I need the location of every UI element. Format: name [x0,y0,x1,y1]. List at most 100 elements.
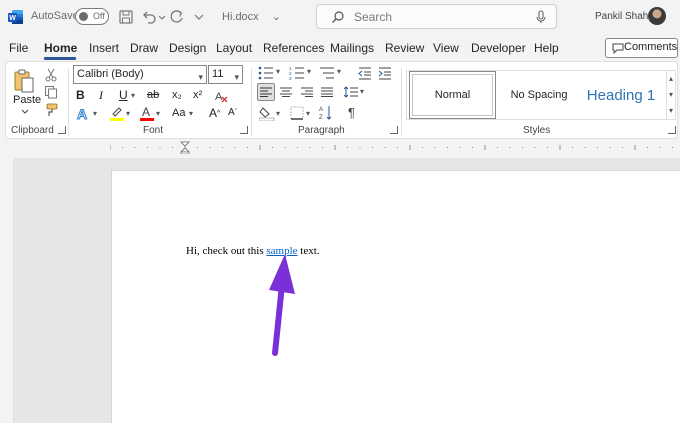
tab-developer[interactable]: Developer [471,41,526,55]
grow-font-button[interactable]: A ^ [209,106,220,120]
svg-text:Z: Z [319,115,323,121]
shading-icon[interactable] [259,105,275,121]
font-color-dropdown-icon[interactable]: ▾ [156,109,160,118]
tab-mailings[interactable]: Mailings [330,41,374,55]
justify-icon[interactable] [321,87,333,97]
style-heading-1[interactable]: Heading 1 [581,71,661,119]
tab-design[interactable]: Design [169,41,206,55]
show-formatting-marks-icon[interactable]: ¶ [348,105,355,120]
line-spacing-icon[interactable] [344,85,358,99]
customize-toolbar-icon[interactable] [193,8,205,26]
word-logo-icon: W [8,10,23,24]
font-launcher-icon[interactable] [240,126,248,134]
avatar[interactable] [648,7,666,25]
italic-button[interactable]: I [99,88,103,103]
align-left-button[interactable] [257,83,275,101]
undo-icon[interactable] [140,8,158,26]
paste-dropdown-icon[interactable] [21,108,29,116]
tab-file[interactable]: File [9,41,28,55]
undo-dropdown-icon[interactable] [157,8,167,26]
font-size-dropdown[interactable]: 11 ▾ [208,65,243,84]
tab-home[interactable]: Home [44,41,77,55]
search-box[interactable]: Search [316,4,557,29]
highlight-icon[interactable] [109,105,125,121]
comment-icon [612,43,624,54]
tab-help[interactable]: Help [534,41,559,55]
text-effects-dropdown-icon[interactable]: ▾ [93,109,97,118]
format-painter-icon[interactable] [44,103,58,117]
redo-icon[interactable] [168,8,186,26]
superscript-button[interactable]: x² [193,89,202,101]
font-color-icon[interactable]: A [140,105,154,121]
clear-formatting-icon[interactable]: A [214,89,228,103]
save-icon[interactable] [117,8,135,26]
styles-gallery-scroll[interactable]: ▴ ▾ ▾ [666,70,676,120]
copy-icon[interactable] [44,85,58,99]
highlight-dropdown-icon[interactable]: ▾ [126,109,130,118]
paste-label[interactable]: Paste [13,94,41,106]
clipboard-group-label: Clipboard [11,125,54,136]
increase-indent-icon[interactable] [378,66,392,80]
style-normal[interactable]: Normal [409,71,496,119]
change-case-button[interactable]: Aa [172,107,185,119]
multilevel-list-icon[interactable] [319,66,335,80]
bullets-icon[interactable] [258,66,274,80]
group-divider [401,68,402,136]
paragraph-launcher-icon[interactable] [390,126,398,134]
paste-icon[interactable] [13,68,35,94]
strikethrough-button[interactable]: ab [147,89,159,101]
align-center-icon[interactable] [280,87,292,97]
chevron-down-icon: ▾ [234,72,239,82]
decrease-indent-icon[interactable] [358,66,372,80]
numbering-dropdown-icon[interactable]: ▾ [307,67,311,76]
tab-references[interactable]: References [263,41,324,55]
subscript-button[interactable]: x₂ [172,89,182,101]
tab-view[interactable]: View [433,41,459,55]
comments-label: Comments [624,41,678,53]
menu-bar: File Home Insert Draw Design Layout Refe… [0,34,680,60]
cut-icon[interactable] [44,68,58,82]
document-page[interactable] [111,170,680,423]
chevron-up-icon[interactable]: ▴ [667,71,675,87]
underline-button[interactable]: U [119,88,128,102]
shrink-font-button[interactable]: Aˇ [228,107,237,118]
chevron-down-icon[interactable]: ▾ [667,87,675,103]
comments-button[interactable]: Comments [605,38,678,58]
search-icon [332,11,344,23]
bullets-dropdown-icon[interactable]: ▾ [276,67,280,76]
styles-group-label: Styles [523,125,551,136]
multilevel-dropdown-icon[interactable]: ▾ [337,67,341,76]
underline-dropdown-icon[interactable]: ▾ [131,91,135,100]
group-divider [68,68,69,136]
numbering-icon[interactable]: 123 [289,66,305,80]
shading-dropdown-icon[interactable]: ▾ [276,109,280,118]
font-name-dropdown[interactable]: Calibri (Body) ▾ [73,65,207,84]
microphone-icon[interactable] [535,10,547,24]
sort-icon[interactable]: A Z [319,105,333,121]
document-name[interactable]: Hi.docx ⌄ [222,10,281,23]
horizontal-ruler[interactable] [110,140,680,154]
text-effects-icon[interactable]: A [76,107,92,121]
change-case-dropdown-icon[interactable]: ▾ [189,109,193,118]
autosave-toggle[interactable]: Off [75,8,109,25]
tab-draw[interactable]: Draw [130,41,158,55]
style-no-spacing[interactable]: No Spacing [497,71,581,119]
borders-icon[interactable] [290,106,304,120]
tab-insert[interactable]: Insert [89,41,119,55]
group-divider [251,68,252,136]
borders-dropdown-icon[interactable]: ▾ [306,109,310,118]
user-name[interactable]: Pankil Shah [595,11,648,22]
chevron-down-icon: ▾ [198,72,203,82]
search-placeholder: Search [354,10,393,24]
styles-launcher-icon[interactable] [668,126,676,134]
active-tab-indicator [44,57,76,60]
title-bar: W AutoSave Off Hi.docx ⌄ Search Pankil S… [0,0,680,34]
tab-layout[interactable]: Layout [216,41,252,55]
clipboard-launcher-icon[interactable] [58,126,66,134]
line-spacing-dropdown-icon[interactable]: ▾ [360,87,364,96]
tab-review[interactable]: Review [385,41,424,55]
vertical-ruler[interactable] [0,160,14,423]
bold-button[interactable]: B [76,88,85,102]
align-right-icon[interactable] [301,87,313,97]
more-styles-icon[interactable]: ▾ [667,103,675,119]
